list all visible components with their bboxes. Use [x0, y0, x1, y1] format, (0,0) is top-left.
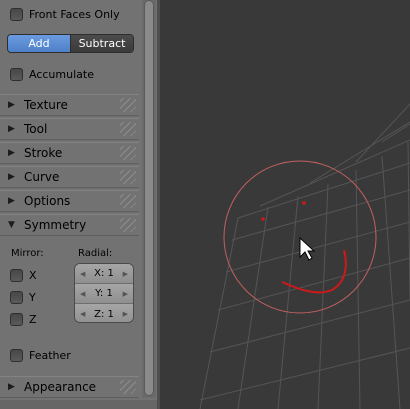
section-tool-title: Tool [24, 122, 48, 136]
section-options-title: Options [24, 194, 71, 208]
add-subtract-toggle: Add Subtract [7, 34, 134, 53]
triangle-right-icon: ▶ [8, 100, 15, 110]
decrement-arrow-icon[interactable]: ◀ [80, 290, 85, 298]
viewport-canvas[interactable] [160, 0, 410, 409]
feather-label: Feather [29, 348, 71, 362]
section-symmetry-title: Symmetry [24, 218, 87, 232]
accumulate-checkbox[interactable] [10, 67, 23, 81]
section-texture-title: Texture [24, 98, 68, 112]
mirror-x-row[interactable]: X [10, 267, 37, 283]
radial-z-field[interactable]: ◀ Z: 1 ▶ [75, 304, 133, 322]
feather-checkbox[interactable] [10, 348, 23, 362]
drag-grip-icon[interactable] [120, 194, 136, 208]
section-curve-title: Curve [24, 170, 60, 184]
increment-arrow-icon[interactable]: ▶ [123, 290, 128, 298]
mirror-x-label: X [29, 268, 37, 282]
front-faces-only-label: Front Faces Only [29, 7, 120, 21]
drag-grip-icon[interactable] [120, 380, 136, 394]
triangle-right-icon: ▶ [8, 124, 15, 134]
stroke-dot [302, 201, 306, 205]
section-appearance-title: Appearance [24, 380, 97, 394]
arrow-pointer-icon [299, 236, 316, 261]
section-appearance[interactable]: ▶ Appearance [0, 376, 139, 398]
drag-grip-icon[interactable] [120, 122, 136, 136]
stroke-dot [261, 217, 265, 221]
scrollbar-thumb[interactable] [144, 0, 154, 396]
mirror-y-checkbox[interactable] [10, 290, 23, 304]
drag-grip-icon[interactable] [120, 218, 136, 232]
3d-viewport[interactable] [160, 0, 410, 409]
mirror-x-checkbox[interactable] [10, 268, 23, 282]
radial-label: Radial: [78, 248, 113, 259]
radial-x-value: X: 1 [94, 268, 114, 279]
radial-y-value: Y: 1 [95, 288, 113, 299]
drag-grip-icon[interactable] [120, 146, 136, 160]
increment-arrow-icon[interactable]: ▶ [123, 270, 128, 278]
triangle-down-icon: ▼ [8, 220, 15, 230]
section-curve[interactable]: ▶ Curve [0, 166, 139, 188]
decrement-arrow-icon[interactable]: ◀ [80, 270, 85, 278]
increment-arrow-icon[interactable]: ▶ [123, 310, 128, 318]
section-tool[interactable]: ▶ Tool [0, 118, 139, 140]
section-symmetry[interactable]: ▼ Symmetry [0, 214, 139, 236]
section-texture[interactable]: ▶ Texture [0, 94, 139, 116]
section-stroke-title: Stroke [24, 146, 63, 160]
front-faces-only-row[interactable]: Front Faces Only [10, 6, 120, 22]
accumulate-row[interactable]: Accumulate [10, 66, 94, 82]
triangle-right-icon: ▶ [8, 148, 15, 158]
triangle-right-icon: ▶ [8, 196, 15, 206]
section-stroke[interactable]: ▶ Stroke [0, 142, 139, 164]
drag-grip-icon[interactable] [120, 98, 136, 112]
radial-fields: ◀ X: 1 ▶ ◀ Y: 1 ▶ ◀ Z: 1 ▶ [74, 263, 134, 323]
drag-grip-icon[interactable] [120, 170, 136, 184]
triangle-right-icon: ▶ [8, 382, 15, 392]
decrement-arrow-icon[interactable]: ◀ [80, 310, 85, 318]
subtract-button[interactable]: Subtract [71, 35, 133, 52]
radial-z-value: Z: 1 [94, 308, 114, 320]
section-options[interactable]: ▶ Options [0, 190, 139, 212]
radial-y-field[interactable]: ◀ Y: 1 ▶ [75, 284, 133, 304]
grid-floor [199, 103, 410, 409]
mirror-z-label: Z [29, 312, 37, 326]
panel-scrollbar[interactable] [142, 0, 156, 398]
triangle-right-icon: ▶ [8, 172, 15, 182]
tool-shelf-panel: Front Faces Only Add Subtract Accumulate… [0, 0, 160, 409]
front-faces-only-checkbox[interactable] [10, 7, 23, 21]
accumulate-label: Accumulate [29, 67, 94, 81]
mirror-y-row[interactable]: Y [10, 289, 36, 305]
mirror-z-checkbox[interactable] [10, 312, 23, 326]
brush-stroke [281, 249, 347, 294]
mirror-y-label: Y [29, 290, 36, 304]
mirror-label: Mirror: [11, 248, 44, 259]
feather-row[interactable]: Feather [10, 347, 71, 363]
radial-x-field[interactable]: ◀ X: 1 ▶ [75, 264, 133, 284]
add-button[interactable]: Add [8, 35, 71, 52]
mirror-z-row[interactable]: Z [10, 311, 37, 327]
panel-bottom-strip [0, 400, 157, 409]
